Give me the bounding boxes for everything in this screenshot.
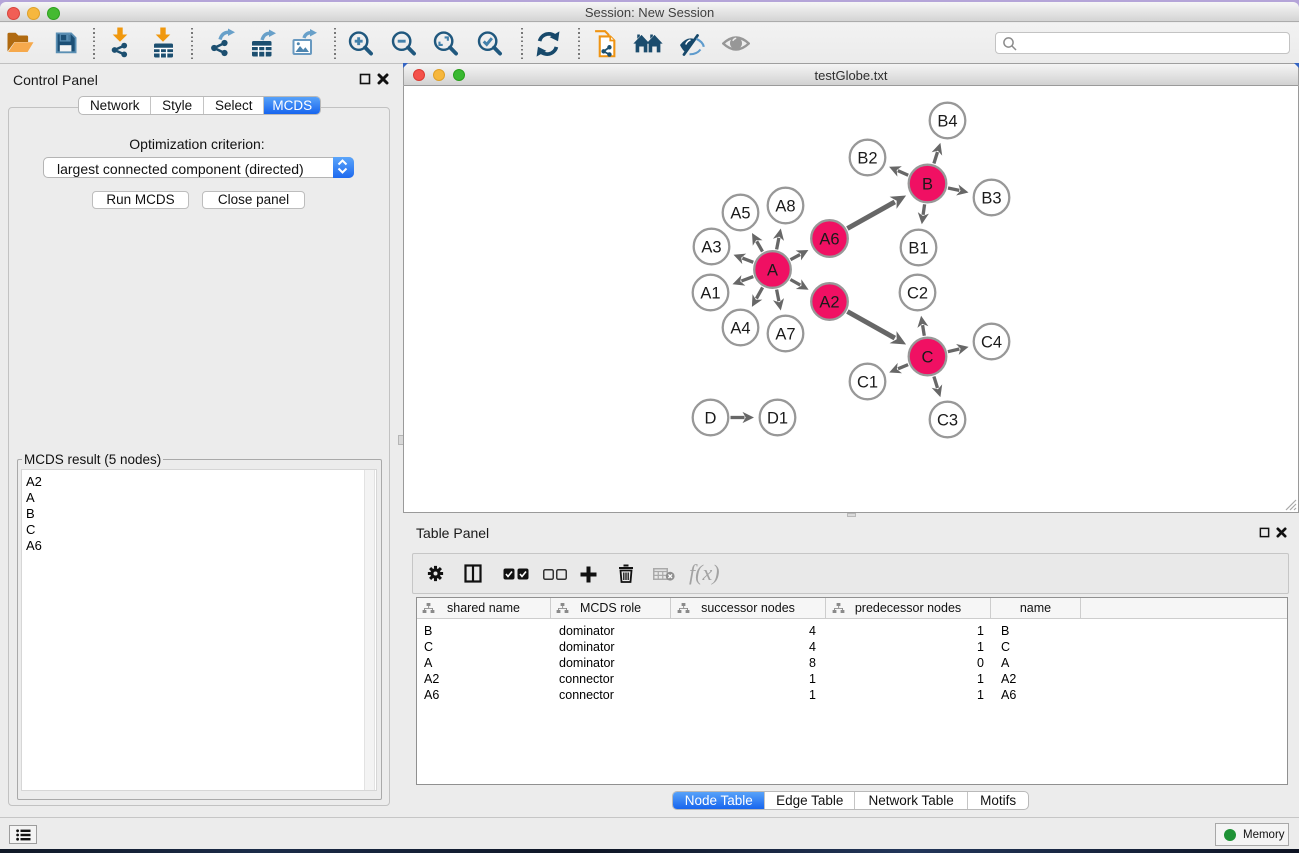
svg-text:C2: C2: [906, 284, 927, 302]
svg-text:D: D: [704, 409, 716, 427]
svg-text:C: C: [921, 348, 933, 366]
svg-text:A1: A1: [700, 284, 720, 302]
svg-text:A7: A7: [775, 325, 795, 343]
svg-text:D1: D1: [766, 409, 787, 427]
svg-text:A8: A8: [775, 197, 795, 215]
svg-text:C4: C4: [980, 333, 1001, 351]
svg-text:B2: B2: [857, 149, 877, 167]
svg-text:A5: A5: [730, 204, 750, 222]
svg-text:A4: A4: [730, 319, 750, 337]
svg-text:C1: C1: [856, 373, 877, 391]
svg-text:B1: B1: [908, 239, 928, 257]
svg-text:B4: B4: [937, 112, 957, 130]
svg-text:A2: A2: [819, 293, 839, 311]
svg-text:B3: B3: [981, 189, 1001, 207]
svg-text:A3: A3: [701, 238, 721, 256]
svg-text:A: A: [766, 261, 777, 279]
svg-text:C3: C3: [936, 411, 957, 429]
svg-text:B: B: [921, 175, 932, 193]
svg-text:A6: A6: [819, 230, 839, 248]
